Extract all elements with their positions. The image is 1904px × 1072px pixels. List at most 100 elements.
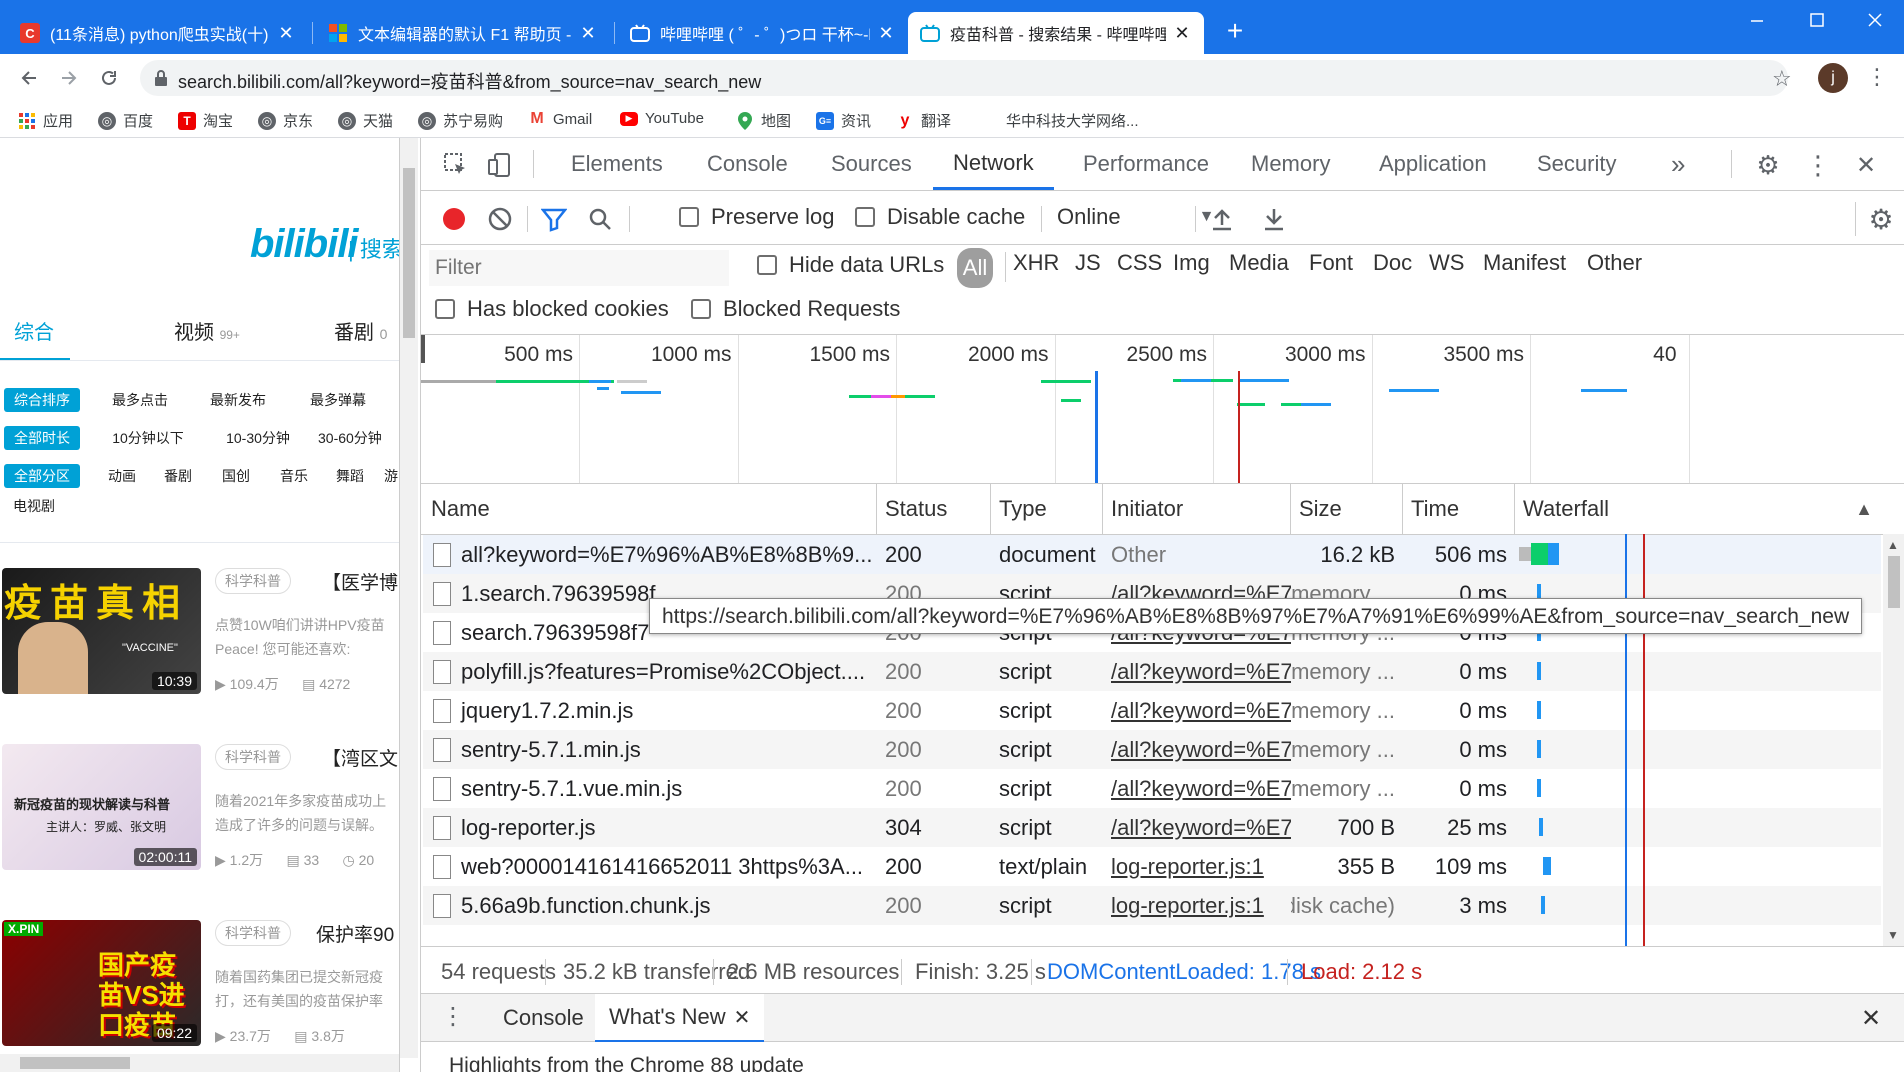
request-row[interactable]: all?keyword=%E7%96%AB%E8%8B%9... 200 docum… — [423, 535, 1881, 574]
record-icon[interactable] — [437, 202, 471, 236]
bookmark-translate[interactable]: y 翻译 — [896, 110, 951, 131]
video-thumbnail[interactable]: X.PIN 国产疫苗VS进口疫苗 09:22 — [2, 920, 201, 1046]
filter-order-danmaku[interactable]: 最多弹幕 — [298, 388, 378, 412]
cell-name[interactable]: polyfill.js?features=Promise%2CObject...… — [423, 652, 877, 691]
tab-console[interactable]: Console — [707, 138, 788, 190]
cell-name[interactable]: 5.66a9b.function.chunk.js — [423, 886, 877, 925]
bilibili-logo[interactable]: bilibili — [250, 222, 359, 267]
request-row[interactable]: 5.66a9b.function.chunk.js 200 script log-re… — [423, 886, 1881, 925]
column-type[interactable]: Type — [991, 484, 1103, 534]
preserve-log-checkbox[interactable]: Preserve log — [679, 204, 835, 230]
has-blocked-cookies-checkbox[interactable]: Has blocked cookies — [435, 296, 669, 322]
cell-initiator[interactable]: Other — [1103, 535, 1291, 574]
type-filter-media[interactable]: Media — [1229, 250, 1289, 276]
cell-initiator[interactable]: /all?keyword=%E7... — [1103, 691, 1291, 730]
settings-gear-icon[interactable]: ⚙ — [1751, 148, 1785, 182]
request-row[interactable]: web?000014161416652011 3https%3A... 200 te… — [423, 847, 1881, 886]
filter-zone-bangumi[interactable]: 番剧 — [156, 464, 200, 488]
tab-sources[interactable]: Sources — [831, 138, 912, 190]
type-filter-manifest[interactable]: Manifest — [1483, 250, 1566, 276]
export-har-icon[interactable] — [1257, 202, 1291, 236]
scroll-thumb[interactable] — [1888, 556, 1900, 608]
bookmark-tmall[interactable]: ◎ 天猫 — [338, 110, 393, 131]
checkbox[interactable] — [855, 207, 875, 227]
bookmark-gmail[interactable]: M Gmail — [528, 110, 592, 128]
request-row[interactable]: polyfill.js?features=Promise%2CObject...… — [423, 652, 1881, 691]
tab-memory[interactable]: Memory — [1251, 138, 1330, 190]
checkbox[interactable] — [435, 299, 455, 319]
filter-order-default[interactable]: 综合排序 — [4, 388, 80, 412]
tab-close-icon[interactable]: ✕ — [578, 23, 598, 44]
tab-f1-help[interactable]: 文本编辑器的默认 F1 帮助页 - V ✕ — [316, 12, 610, 54]
request-row[interactable]: log-reporter.js 304 script/all?keyword=%E7… — [423, 808, 1881, 847]
filter-zone-all[interactable]: 全部分区 — [4, 464, 80, 488]
tab-close-icon[interactable]: ✕ — [276, 23, 296, 44]
import-har-icon[interactable] — [1205, 202, 1239, 236]
drawer-menu-kebab-icon[interactable]: ⋮ — [441, 1002, 465, 1031]
drawer-tab-whats-new[interactable]: What's New ✕ — [595, 994, 765, 1042]
cell-name[interactable]: sentry-5.7.1.vue.min.js — [423, 769, 877, 808]
filter-order-clicks[interactable]: 最多点击 — [100, 388, 180, 412]
scroll-up-arrow-icon[interactable]: ▲ — [1887, 538, 1899, 552]
disable-cache-checkbox[interactable]: Disable cache — [855, 204, 1025, 230]
tab-application[interactable]: Application — [1379, 138, 1487, 190]
forward-arrow-icon[interactable] — [54, 63, 84, 93]
column-initiator[interactable]: Initiator — [1103, 484, 1291, 534]
clear-icon[interactable] — [483, 202, 517, 236]
tab-network[interactable]: Network — [933, 138, 1054, 190]
bookmark-jd[interactable]: ◎ 京东 — [258, 110, 313, 131]
type-filter-img[interactable]: Img — [1173, 250, 1210, 276]
request-row[interactable]: sentry-5.7.1.min.js 200 script/all?keyword… — [423, 730, 1881, 769]
bookmark-hust[interactable]: 华中科技大学网络... — [1006, 110, 1139, 131]
tab-all[interactable]: 综合 — [14, 316, 54, 345]
tab-bangumi[interactable]: 番剧 0 — [334, 316, 387, 345]
drawer-tab-console[interactable]: Console — [485, 994, 602, 1042]
filter-duration-under10[interactable]: 10分钟以下 — [100, 426, 196, 450]
type-filter-ws[interactable]: WS — [1429, 250, 1464, 276]
column-size[interactable]: Size — [1291, 484, 1403, 534]
filter-duration-30-60[interactable]: 30-60分钟 — [318, 426, 399, 450]
type-filter-xhr[interactable]: XHR — [1013, 250, 1059, 276]
more-tabs-chevron-icon[interactable]: » — [1671, 138, 1685, 190]
bookmark-youtube[interactable]: ▶ YouTube — [620, 110, 704, 127]
bookmark-news[interactable]: G≡ 资讯 — [816, 110, 871, 131]
tab-vaccine-search[interactable]: 疫苗科普 - 搜索结果 - 哔哩哔哩 ✕ — [908, 12, 1204, 54]
checkbox[interactable] — [691, 299, 711, 319]
profile-avatar[interactable]: j — [1818, 63, 1848, 93]
bookmark-maps[interactable]: 地图 — [736, 110, 791, 131]
video-thumbnail[interactable]: 疫苗真相 "VACCINE" 10:39 — [2, 568, 201, 694]
cell-initiator[interactable]: log-reporter.js:1 — [1103, 886, 1291, 925]
type-filter-css[interactable]: CSS — [1117, 250, 1162, 276]
tab-security[interactable]: Security — [1537, 138, 1616, 190]
more-options-kebab-icon[interactable]: ⋮ — [1801, 148, 1835, 182]
cell-initiator[interactable]: /all?keyword=%E7... — [1103, 652, 1291, 691]
filter-zone-game[interactable]: 游 — [384, 464, 399, 488]
cell-name[interactable]: all?keyword=%E7%96%AB%E8%8B%9... — [423, 535, 877, 574]
device-toolbar-icon[interactable] — [483, 148, 517, 182]
type-filter-doc[interactable]: Doc — [1373, 250, 1412, 276]
filter-input[interactable] — [429, 250, 729, 286]
window-close-icon[interactable] — [1846, 0, 1904, 40]
blocked-requests-checkbox[interactable]: Blocked Requests — [691, 296, 900, 322]
video-title[interactable]: 【医学博 — [322, 568, 398, 595]
checkbox[interactable] — [757, 255, 777, 275]
table-scrollbar[interactable]: ▲ ▼ — [1883, 534, 1904, 946]
video-tag[interactable]: 科学科普 — [215, 744, 291, 770]
inspect-element-icon[interactable] — [439, 148, 473, 182]
bookmark-suning[interactable]: ◎ 苏宁易购 — [418, 110, 503, 131]
cell-initiator[interactable]: /all?keyword=%E7... — [1103, 808, 1291, 847]
cell-name[interactable]: web?000014161416652011 3https%3A... — [423, 847, 877, 886]
video-title[interactable]: 保护率90 — [316, 920, 394, 947]
filter-zone-music[interactable]: 音乐 — [272, 464, 316, 488]
tab-elements[interactable]: Elements — [571, 138, 663, 190]
filter-duration-all[interactable]: 全部时长 — [4, 426, 80, 450]
type-filter-other[interactable]: Other — [1587, 250, 1642, 276]
search-icon[interactable] — [583, 202, 617, 236]
cell-name[interactable]: sentry-5.7.1.min.js — [423, 730, 877, 769]
network-overview[interactable]: 500 ms 1000 ms 1500 ms 2000 ms 2500 ms 3000 m… — [421, 335, 1904, 483]
cell-name[interactable]: jquery1.7.2.min.js — [423, 691, 877, 730]
checkbox[interactable] — [679, 207, 699, 227]
close-tab-icon[interactable]: ✕ — [734, 1005, 751, 1030]
filter-duration-10-30[interactable]: 10-30分钟 — [210, 426, 306, 450]
network-settings-gear-icon[interactable]: ⚙ — [1861, 202, 1901, 236]
